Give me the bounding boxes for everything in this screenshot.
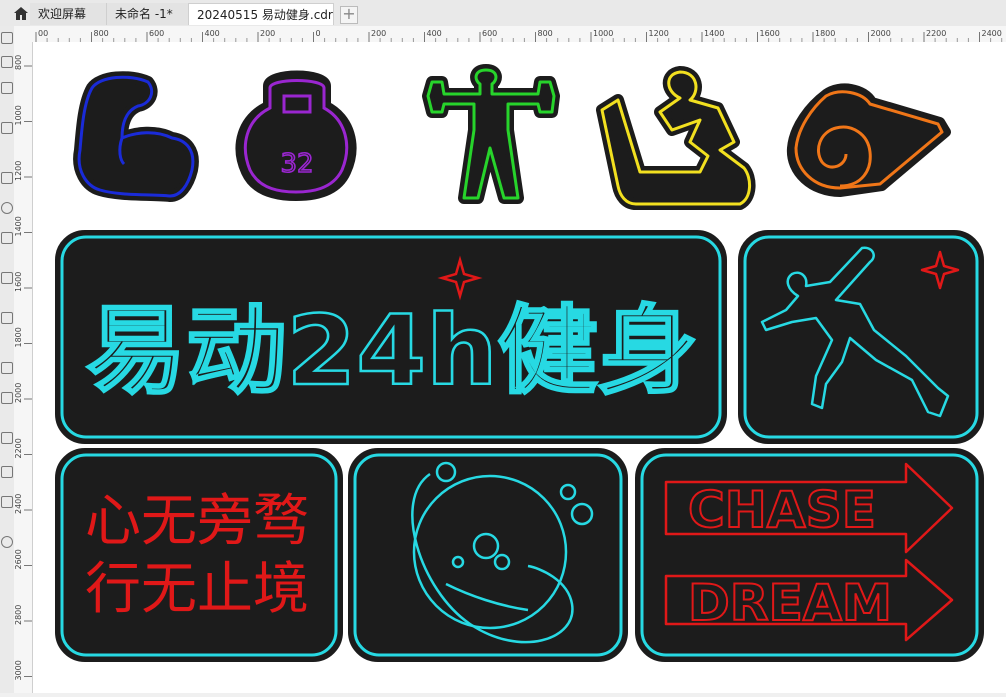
ruler-label: 2000 bbox=[14, 383, 23, 403]
arrow-word-dream: DREAM bbox=[688, 574, 892, 632]
ruler-label: 1400 bbox=[704, 29, 724, 38]
ruler-label: 2600 bbox=[14, 549, 23, 569]
arrow-word-chase: CHASE bbox=[688, 481, 876, 539]
toolbox bbox=[0, 26, 15, 693]
shape-tool-icon[interactable] bbox=[1, 56, 13, 68]
ruler-label: 400 bbox=[427, 29, 442, 38]
chase-dream-panel: CHASE DREAM bbox=[635, 448, 984, 662]
parallel-dimension-tool-icon[interactable] bbox=[1, 312, 13, 324]
ruler-label: 800 bbox=[538, 29, 553, 38]
table-tool-icon[interactable] bbox=[1, 392, 13, 404]
ruler-label: 2200 bbox=[14, 438, 23, 458]
ruler-label: 2200 bbox=[926, 29, 946, 38]
ruler-label: 400 bbox=[205, 29, 220, 38]
rectangle-tool-icon[interactable] bbox=[1, 172, 13, 184]
polygon-tool-icon[interactable] bbox=[1, 232, 13, 244]
ruler-label: 600 bbox=[149, 29, 164, 38]
pick-tool-icon[interactable] bbox=[1, 32, 13, 44]
ruler-label: 2400 bbox=[14, 494, 23, 514]
new-tab-button[interactable]: + bbox=[340, 6, 358, 24]
ruler-label: 2400 bbox=[982, 29, 1002, 38]
ruler-label: 00 bbox=[38, 29, 48, 38]
ruler-label: 200 bbox=[260, 29, 275, 38]
freehand-tool-icon[interactable] bbox=[1, 122, 13, 134]
ruler-label: 800 bbox=[14, 55, 23, 70]
ruler-label: 800 bbox=[94, 29, 109, 38]
zoom-tool-icon[interactable] bbox=[1, 82, 13, 94]
artwork: 32 易动24h健身 心无旁骛 行无止境 CHASE DREAM bbox=[55, 64, 984, 662]
add-tool-icon[interactable] bbox=[1, 536, 13, 548]
ruler-label: 1400 bbox=[14, 216, 23, 236]
ruler-label: 0 bbox=[316, 29, 321, 38]
eyedropper-tool-icon[interactable] bbox=[1, 432, 13, 444]
tab-fitness-cdr[interactable]: 20240515 易动健身.cdr bbox=[188, 3, 334, 25]
document-tab-bar: 欢迎屏幕 未命名 -1* 20240515 易动健身.cdr + bbox=[0, 0, 1006, 27]
slogan-line-2: 行无止境 bbox=[85, 557, 309, 622]
ruler-label: 1600 bbox=[760, 29, 780, 38]
ruler-label: 1200 bbox=[14, 161, 23, 181]
outline-tool-icon[interactable] bbox=[1, 496, 13, 508]
slogan-panel: 心无旁骛 行无止境 bbox=[55, 448, 343, 662]
ruler-label: 1200 bbox=[649, 29, 669, 38]
ruler-label: 600 bbox=[482, 29, 497, 38]
tab-untitled-1[interactable]: 未命名 -1* bbox=[106, 3, 188, 25]
horizontal-ruler: 00 800 600 400 200 0 200 400 600 800 1000 1200 1400 1… bbox=[14, 26, 1006, 43]
vertical-ruler: 800 1000 1200 1400 1600 1800 2000 2200 2400 2600 2… bbox=[14, 42, 33, 693]
ruler-label: 1000 bbox=[593, 29, 613, 38]
ruler-label: 200 bbox=[371, 29, 386, 38]
ruler-label: 1800 bbox=[815, 29, 835, 38]
kettlebell-icon: 32 bbox=[235, 70, 357, 201]
ellipse-tool-icon[interactable] bbox=[1, 202, 13, 214]
ruler-label: 2000 bbox=[871, 29, 891, 38]
ruler-label: 1600 bbox=[14, 272, 23, 292]
brand-title-panel: 易动24h健身 bbox=[55, 230, 727, 444]
yoga-mat-icon bbox=[786, 83, 951, 197]
kettlebell-number: 32 bbox=[280, 149, 313, 179]
home-icon[interactable] bbox=[12, 5, 30, 21]
connector-tool-icon[interactable] bbox=[1, 362, 13, 374]
ruler-label: 3000 bbox=[14, 660, 23, 680]
fill-tool-icon[interactable] bbox=[1, 466, 13, 478]
planet-panel bbox=[348, 448, 628, 662]
ruler-label: 1000 bbox=[14, 105, 23, 125]
ruler-label: 1800 bbox=[14, 327, 23, 347]
flexed-arm-icon bbox=[73, 71, 199, 202]
brand-title: 易动24h健身 bbox=[86, 295, 698, 407]
text-tool-icon[interactable] bbox=[1, 272, 13, 284]
slogan-line-1: 心无旁骛 bbox=[85, 489, 309, 554]
treadmill-runner-icon bbox=[596, 66, 756, 210]
drawing-canvas[interactable]: 32 易动24h健身 心无旁骛 行无止境 CHASE DREAM bbox=[33, 42, 1006, 693]
weightlifter-icon bbox=[422, 64, 560, 204]
ruler-label: 2800 bbox=[14, 605, 23, 625]
sprinter-panel bbox=[738, 230, 984, 444]
tab-welcome-screen[interactable]: 欢迎屏幕 bbox=[30, 3, 106, 25]
